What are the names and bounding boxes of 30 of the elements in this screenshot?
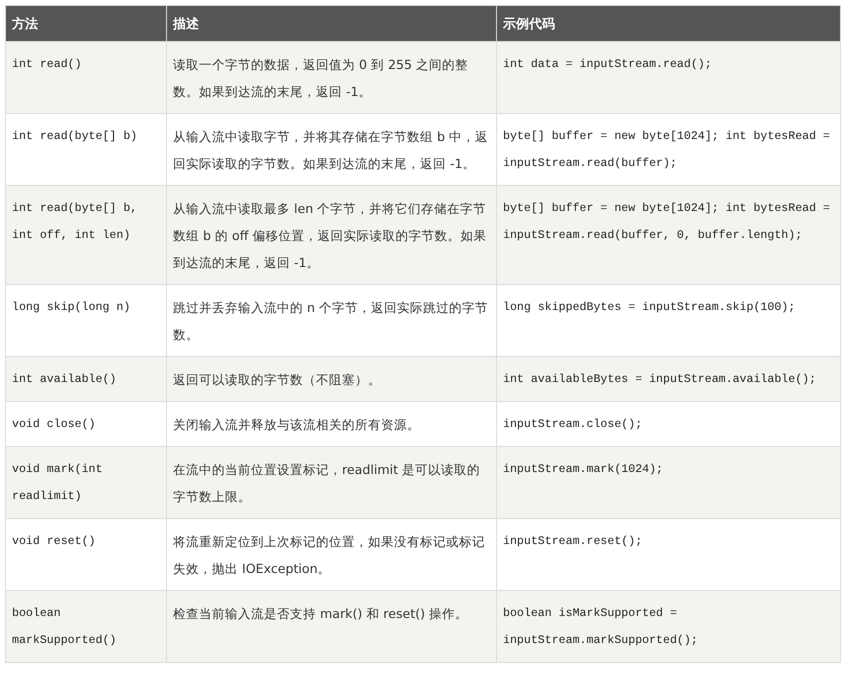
method-signature: void close() [12, 417, 96, 433]
method-signature: long skip(long n) [12, 300, 132, 316]
code-example: byte[] buffer = new byte[1024]; int bytesRead = inputStream.read(buffer, 0, buffer.length); [503, 201, 831, 244]
method-signature: void mark(int readlimit) [12, 462, 104, 505]
method-description: 检查当前输入流是否支持 mark() 和 reset() 操作。 [173, 605, 470, 623]
column-header: 方法 [6, 6, 166, 42]
method-description: 关闭输入流并释放与该流相关的所有资源。 [173, 416, 421, 434]
code-example: int data = inputStream.read(); [503, 57, 713, 73]
code-example: inputStream.mark(1024); [503, 462, 664, 478]
column-header: 示例代码 [496, 6, 840, 42]
column-header: 描述 [166, 6, 496, 42]
code-example: inputStream.close(); [503, 417, 644, 433]
method-description: 从输入流中读取字节，并将其存储在字节数组 b 中，返回实际读取的字节数。如果到达流的末尾，返回 -1。 [173, 128, 490, 173]
method-description: 跳过并丢弃输入流中的 n 个字节，返回实际跳过的字节数。 [173, 299, 489, 344]
method-signature: boolean markSupported() [12, 606, 118, 649]
code-example: inputStream.reset(); [503, 534, 644, 550]
method-description: 将流重新定位到上次标记的位置，如果没有标记或标记失效，抛出 IOException。 [173, 533, 486, 578]
method-signature: int read() [12, 57, 83, 73]
code-example: byte[] buffer = new byte[1024]; int bytesRead = inputStream.read(buffer); [503, 129, 831, 172]
method-description: 返回可以读取的字节数（不阻塞）。 [173, 371, 382, 389]
code-example: int availableBytes = inputStream.available(); [503, 372, 818, 388]
method-signature: void reset() [12, 534, 96, 550]
method-description: 在流中的当前位置设置标记，readlimit 是可以读取的字节数上限。 [173, 461, 482, 506]
code-example: long skippedBytes = inputStream.skip(100); [503, 300, 796, 316]
method-description: 从输入流中读取最多 len 个字节，并将它们存储在字节数组 b 的 off 偏移位置，返回实际读取的字节数。如果到达流的末尾，返回 -1。 [173, 200, 488, 272]
method-signature: int read(byte[] b) [12, 129, 138, 145]
method-signature: int available() [12, 372, 118, 388]
method-signature: int read(byte[] b, int off, int len) [12, 201, 138, 244]
method-description: 读取一个字节的数据，返回值为 0 到 255 之间的整数。如果到达流的末尾，返回 -1。 [173, 56, 470, 101]
code-example: boolean isMarkSupported = inputStream.markSupported(); [503, 606, 699, 649]
